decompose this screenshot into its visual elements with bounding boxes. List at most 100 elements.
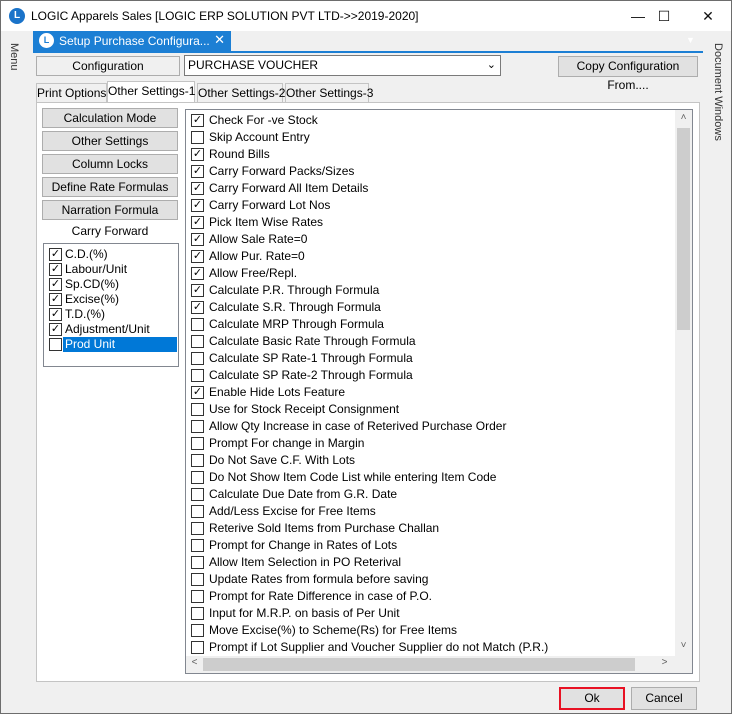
checkbox[interactable] xyxy=(191,437,204,450)
option-row[interactable]: Update Rates from formula before saving xyxy=(190,571,670,588)
checkbox[interactable]: ✓ xyxy=(191,148,204,161)
option-row[interactable]: ✓ Allow Free/Repl. xyxy=(190,265,670,282)
checkbox[interactable] xyxy=(191,641,204,654)
option-row[interactable]: Add/Less Excise for Free Items xyxy=(190,503,670,520)
carry-forward-item[interactable]: ✓ Excise(%) xyxy=(46,292,178,307)
carry-forward-item[interactable]: ✓ C.D.(%) xyxy=(46,247,178,262)
option-row[interactable]: Calculate Basic Rate Through Formula xyxy=(190,333,670,350)
checkbox[interactable]: ✓ xyxy=(191,267,204,280)
horizontal-scrollbar[interactable]: < > xyxy=(186,656,675,673)
checkbox[interactable] xyxy=(191,335,204,348)
checkbox[interactable]: ✓ xyxy=(191,301,204,314)
copy-configuration-button[interactable]: Copy Configuration From.... xyxy=(558,56,698,92)
tab-close-icon[interactable]: ✕ xyxy=(214,32,225,48)
document-windows-rail[interactable]: Document Windows xyxy=(705,31,731,686)
scrollbar-thumb[interactable] xyxy=(677,128,690,330)
scroll-right-icon[interactable]: > xyxy=(656,657,673,668)
option-row[interactable]: Calculate MRP Through Formula xyxy=(190,316,670,333)
option-row[interactable]: Use for Stock Receipt Consignment xyxy=(190,401,670,418)
option-row[interactable]: Calculate SP Rate-2 Through Formula xyxy=(190,367,670,384)
ok-button[interactable]: Ok xyxy=(559,687,625,710)
carry-forward-item[interactable]: ✓ Adjustment/Unit xyxy=(46,322,178,337)
carry-forward-item-selected[interactable]: Prod Unit xyxy=(46,337,178,352)
vertical-scrollbar[interactable]: ˄ ˅ xyxy=(675,110,692,656)
checkbox[interactable] xyxy=(191,488,204,501)
option-row[interactable]: ✓ Carry Forward Packs/Sizes xyxy=(190,163,670,180)
option-row[interactable]: Do Not Save C.F. With Lots xyxy=(190,452,670,469)
checkbox[interactable] xyxy=(49,338,62,351)
option-row[interactable]: Calculate SP Rate-1 Through Formula xyxy=(190,350,670,367)
option-row[interactable]: Prompt for Change in Rates of Lots xyxy=(190,537,670,554)
scroll-left-icon[interactable]: < xyxy=(186,657,203,668)
carry-forward-list[interactable]: ✓ C.D.(%) ✓ Labour/Unit ✓ Sp.CD(%) ✓ Exc… xyxy=(43,243,179,367)
checkbox[interactable] xyxy=(191,539,204,552)
cancel-button[interactable]: Cancel xyxy=(631,687,697,710)
setup-purchase-config-tab[interactable]: L Setup Purchase Configura... ✕ xyxy=(33,31,231,51)
checkbox[interactable]: ✓ xyxy=(49,323,62,336)
checkbox[interactable]: ✓ xyxy=(191,216,204,229)
option-row[interactable]: Input for M.R.P. on basis of Per Unit xyxy=(190,605,670,622)
option-row[interactable]: Allow Qty Increase in case of Reterived … xyxy=(190,418,670,435)
tab-other-settings-3[interactable]: Other Settings-3 xyxy=(285,83,373,102)
checkbox[interactable]: ✓ xyxy=(49,248,62,261)
column-locks-button[interactable]: Column Locks xyxy=(42,154,178,174)
option-row[interactable]: ✓ Carry Forward All Item Details xyxy=(190,180,670,197)
checkbox[interactable] xyxy=(191,454,204,467)
checkbox[interactable] xyxy=(191,471,204,484)
tab-other-settings-2[interactable]: Other Settings-2 xyxy=(197,83,285,102)
option-row[interactable]: ✓ Allow Pur. Rate=0 xyxy=(190,248,670,265)
other-settings-button[interactable]: Other Settings xyxy=(42,131,178,151)
tab-list-dropdown-icon[interactable]: ▼ xyxy=(686,35,695,45)
calculation-mode-button[interactable]: Calculation Mode xyxy=(42,108,178,128)
checkbox[interactable]: ✓ xyxy=(191,233,204,246)
checkbox[interactable]: ✓ xyxy=(191,182,204,195)
document-windows-label[interactable]: Document Windows xyxy=(712,43,724,141)
option-row[interactable]: Move Excise(%) to Scheme(Rs) for Free It… xyxy=(190,622,670,639)
option-row[interactable]: Prompt for Rate Difference in case of P.… xyxy=(190,588,670,605)
scroll-up-icon[interactable]: ˄ xyxy=(675,112,692,123)
scroll-down-icon[interactable]: ˅ xyxy=(675,640,692,651)
carry-forward-item[interactable]: ✓ T.D.(%) xyxy=(46,307,178,322)
checkbox[interactable]: ✓ xyxy=(49,308,62,321)
checkbox[interactable] xyxy=(191,352,204,365)
checkbox[interactable] xyxy=(191,522,204,535)
chevron-down-icon[interactable]: ⌄ xyxy=(487,56,496,75)
checkbox[interactable]: ✓ xyxy=(191,114,204,127)
checkbox[interactable] xyxy=(191,318,204,331)
tab-other-settings-1[interactable]: Other Settings-1 xyxy=(107,81,195,102)
narration-formula-button[interactable]: Narration Formula xyxy=(42,200,178,220)
tab-print-options[interactable]: Print Options xyxy=(36,83,107,102)
checkbox[interactable] xyxy=(191,624,204,637)
configuration-select[interactable]: PURCHASE VOUCHER ⌄ xyxy=(184,55,501,76)
checkbox[interactable]: ✓ xyxy=(49,293,62,306)
carry-forward-item[interactable]: ✓ Sp.CD(%) xyxy=(46,277,178,292)
close-window-button[interactable]: ✕ xyxy=(685,1,731,31)
option-row[interactable]: Allow Item Selection in PO Reterival xyxy=(190,554,670,571)
option-row[interactable]: ✓ Allow Sale Rate=0 xyxy=(190,231,670,248)
checkbox[interactable]: ✓ xyxy=(191,199,204,212)
checkbox[interactable] xyxy=(191,505,204,518)
option-row[interactable]: ✓ Check For -ve Stock xyxy=(190,112,670,129)
option-row[interactable]: ✓ Calculate P.R. Through Formula xyxy=(190,282,670,299)
checkbox[interactable]: ✓ xyxy=(49,278,62,291)
checkbox[interactable] xyxy=(191,590,204,603)
checkbox[interactable]: ✓ xyxy=(49,263,62,276)
option-row[interactable]: Prompt if Lot Supplier and Voucher Suppl… xyxy=(190,639,670,656)
option-row[interactable]: ✓ Pick Item Wise Rates xyxy=(190,214,670,231)
horizontal-scrollbar-thumb[interactable] xyxy=(203,658,635,671)
define-rate-formulas-button[interactable]: Define Rate Formulas xyxy=(42,177,178,197)
options-list[interactable]: ✓ Check For -ve Stock Skip Account Entry ✓ R… xyxy=(185,109,693,674)
carry-forward-item[interactable]: ✓ Labour/Unit xyxy=(46,262,178,277)
checkbox[interactable]: ✓ xyxy=(191,250,204,263)
option-row[interactable]: Calculate Due Date from G.R. Date xyxy=(190,486,670,503)
checkbox[interactable] xyxy=(191,420,204,433)
checkbox[interactable] xyxy=(191,607,204,620)
option-row[interactable]: ✓ Round Bills xyxy=(190,146,670,163)
checkbox[interactable] xyxy=(191,403,204,416)
checkbox[interactable] xyxy=(191,573,204,586)
checkbox[interactable] xyxy=(191,369,204,382)
option-row[interactable]: ✓ Carry Forward Lot Nos xyxy=(190,197,670,214)
checkbox[interactable]: ✓ xyxy=(191,386,204,399)
option-row[interactable]: Reterive Sold Items from Purchase Challa… xyxy=(190,520,670,537)
checkbox[interactable] xyxy=(191,556,204,569)
